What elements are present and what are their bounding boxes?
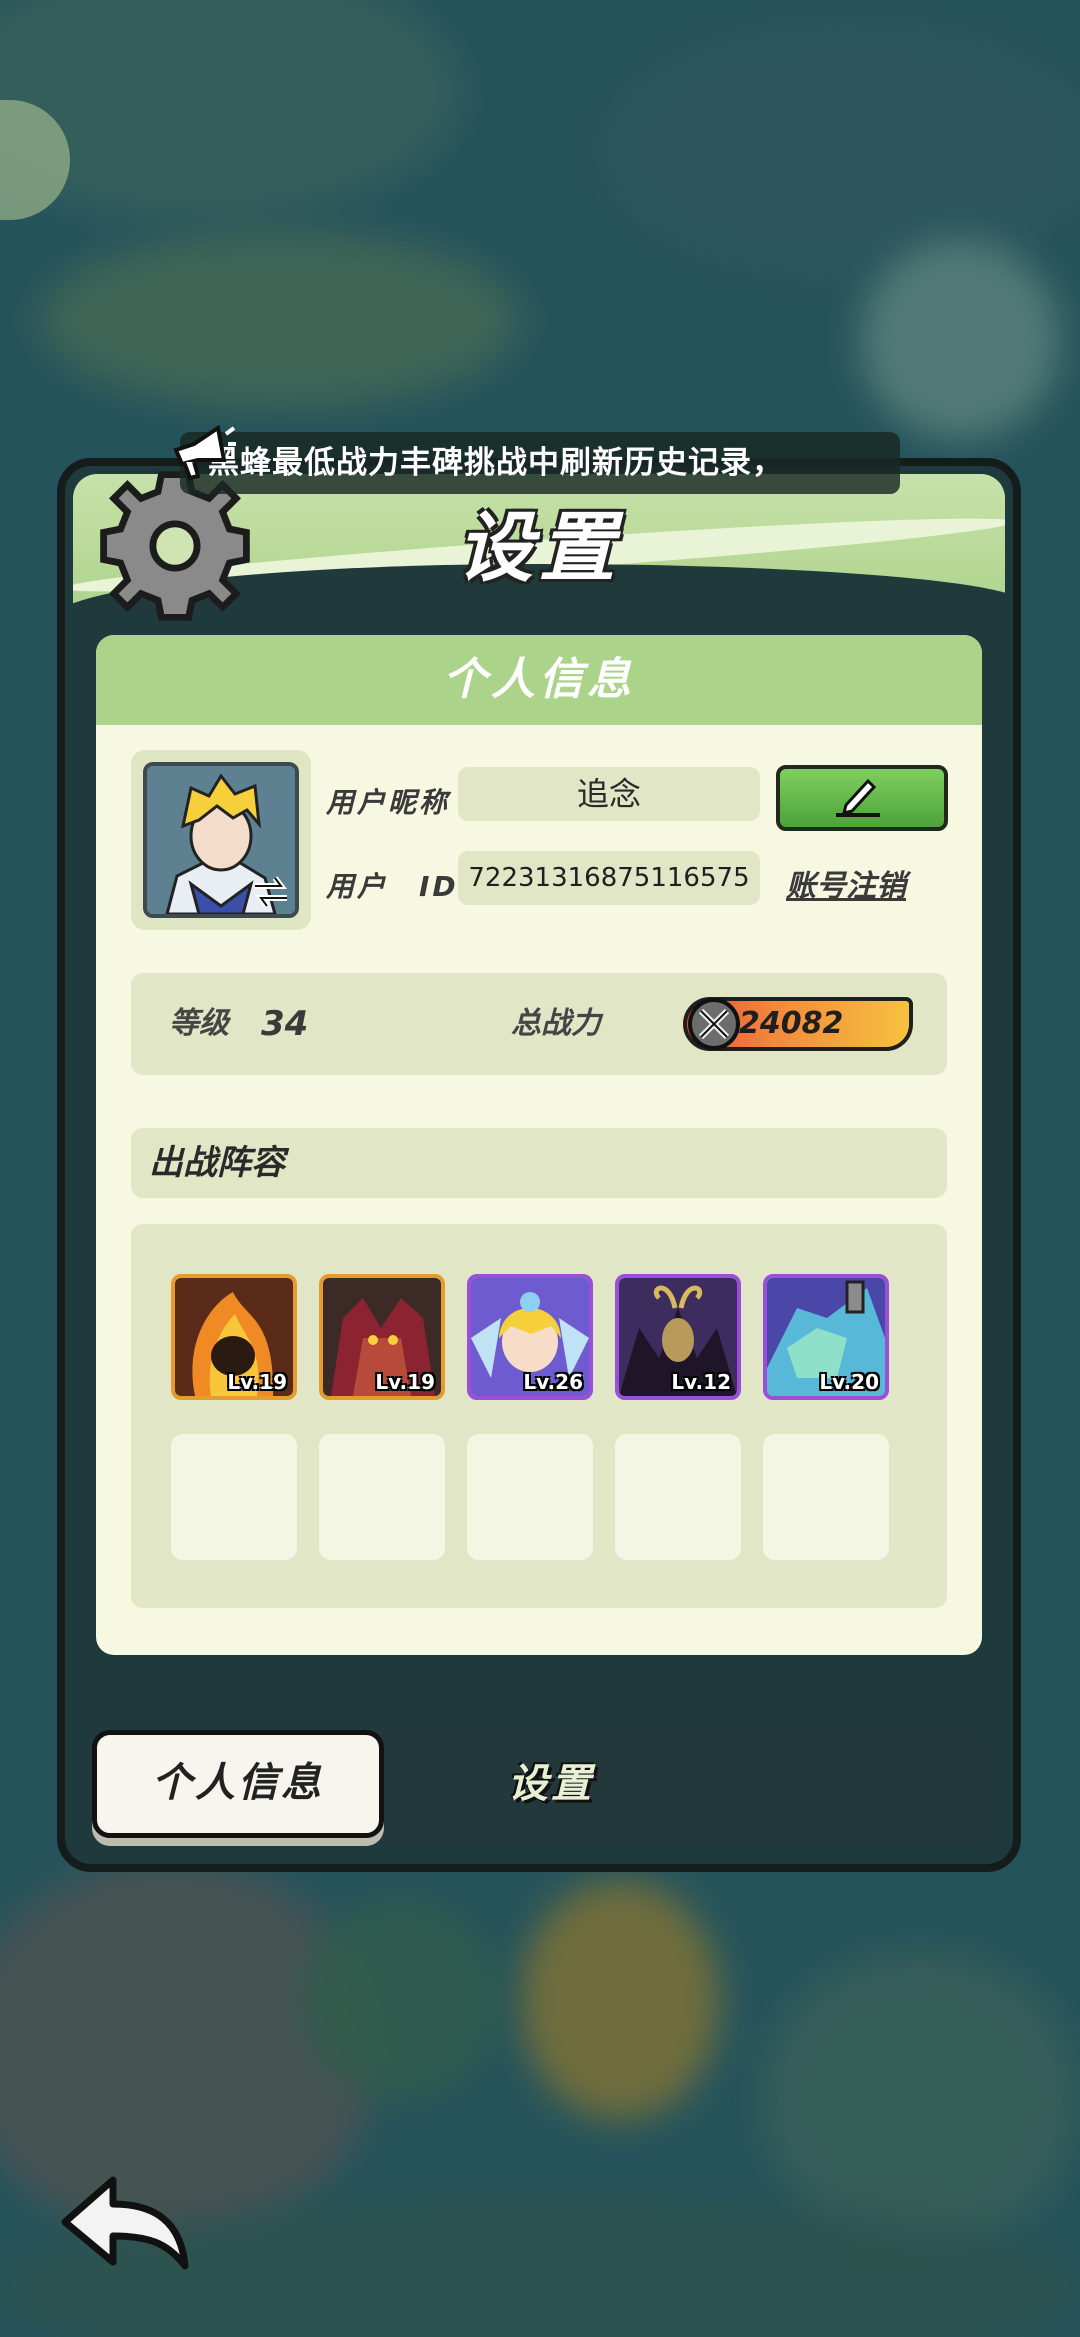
tab-settings[interactable]: 设置: [508, 1730, 594, 1838]
pencil-icon: [836, 778, 880, 817]
team-title: 出战阵容: [131, 1128, 947, 1198]
hero-level: Lv.20: [819, 1370, 879, 1394]
hero-slot[interactable]: Lv.20: [763, 1274, 889, 1400]
hero-slot[interactable]: Lv.19: [319, 1274, 445, 1400]
hero-slot[interactable]: Lv.19: [171, 1274, 297, 1400]
tab-profile[interactable]: 个人信息: [92, 1730, 384, 1838]
crossed-swords-icon: [688, 998, 740, 1050]
hero-level: Lv.12: [671, 1370, 731, 1394]
edit-nickname-button[interactable]: [776, 765, 948, 831]
switch-icon[interactable]: [249, 870, 293, 914]
panel-title: 个人信息: [96, 635, 982, 725]
hero-level: Lv.19: [227, 1370, 287, 1394]
user-id-field: 72231316875116575: [458, 851, 760, 905]
empty-hero-slot[interactable]: [171, 1434, 297, 1560]
avatar-frame[interactable]: [131, 750, 311, 930]
hero-slot[interactable]: Lv.26: [467, 1274, 593, 1400]
power-value: 24082: [739, 1006, 844, 1041]
level-label: 等级: [169, 1006, 229, 1041]
back-arrow-icon[interactable]: [55, 2170, 195, 2280]
nickname-field: 追念: [458, 767, 760, 821]
tab-bar: 个人信息 设置: [88, 1730, 988, 1845]
stats-row: 等级 34 总战力 24082: [131, 973, 947, 1075]
power-badge: 24082: [683, 997, 913, 1051]
hero-slot[interactable]: Lv.12: [615, 1274, 741, 1400]
power-label: 总战力: [511, 1006, 601, 1041]
announcement-banner: 黑蜂最低战力丰碑挑战中刷新历史记录，: [180, 432, 900, 494]
hero-level: Lv.19: [375, 1370, 435, 1394]
user-id-label: 用户 ID: [326, 870, 459, 903]
empty-hero-slot[interactable]: [615, 1434, 741, 1560]
level-value: 34: [261, 1004, 309, 1044]
empty-hero-slot[interactable]: [467, 1434, 593, 1560]
empty-hero-slot[interactable]: [763, 1434, 889, 1560]
hero-level: Lv.26: [523, 1370, 583, 1394]
megaphone-icon: [173, 424, 236, 481]
empty-hero-slot[interactable]: [319, 1434, 445, 1560]
delete-account-link[interactable]: 账号注销: [786, 861, 906, 905]
profile-panel: 个人信息 用户昵称 追念 用户 ID 72231316875116575 账号注…: [96, 635, 982, 1655]
team-lineup: Lv.19 Lv.19 Lv.26 Lv.12 Lv.20: [131, 1224, 947, 1608]
nickname-label: 用户昵称: [326, 786, 451, 819]
